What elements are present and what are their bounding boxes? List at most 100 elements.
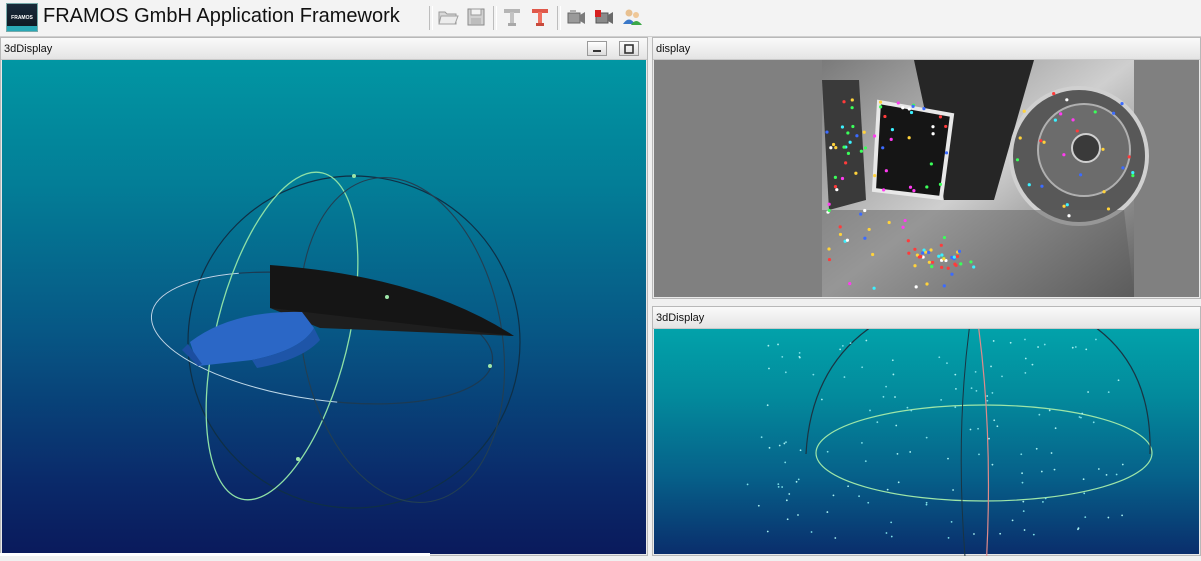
feature-point bbox=[1067, 214, 1071, 218]
feature-point bbox=[848, 140, 852, 144]
axis-red bbox=[975, 308, 990, 561]
point-cloud-point bbox=[1081, 412, 1084, 415]
point-cloud-point bbox=[783, 442, 786, 445]
feature-point bbox=[835, 188, 839, 192]
toolbar-separator bbox=[429, 6, 433, 30]
point-cloud-point bbox=[839, 348, 842, 351]
point-cloud-point bbox=[858, 495, 860, 498]
3d-viewport-right[interactable] bbox=[654, 288, 1199, 561]
feature-point bbox=[942, 284, 946, 288]
point-cloud-point bbox=[784, 371, 787, 374]
point-cloud-point bbox=[1082, 478, 1085, 481]
open-folder-icon bbox=[438, 11, 459, 25]
point-cloud-point bbox=[969, 428, 972, 431]
save-button[interactable] bbox=[464, 5, 488, 29]
point-cloud-point bbox=[746, 483, 749, 486]
feature-point bbox=[942, 257, 946, 261]
point-cloud-point bbox=[797, 478, 800, 481]
point-cloud-sphere-arc bbox=[805, 288, 1151, 455]
feature-point bbox=[859, 149, 863, 153]
feature-point bbox=[1022, 109, 1026, 113]
point-cloud-point bbox=[1092, 421, 1095, 424]
feature-point bbox=[1052, 91, 1056, 96]
feature-point bbox=[827, 257, 832, 262]
camera-button[interactable] bbox=[564, 5, 588, 29]
feature-point bbox=[1065, 98, 1069, 102]
point-cloud-point bbox=[991, 392, 994, 394]
point-cloud-point bbox=[946, 362, 948, 365]
point-cloud-point bbox=[798, 356, 801, 359]
point-cloud-point bbox=[768, 446, 771, 449]
feature-point bbox=[906, 239, 910, 243]
users-button[interactable] bbox=[620, 5, 644, 29]
point-cloud-point bbox=[988, 437, 990, 440]
point-cloud-point bbox=[1024, 372, 1027, 374]
feature-point bbox=[930, 265, 934, 269]
tool-red-icon bbox=[532, 9, 548, 26]
feature-point bbox=[867, 227, 871, 232]
open-folder-button[interactable] bbox=[436, 5, 460, 29]
feature-point bbox=[942, 235, 947, 240]
feature-point bbox=[939, 243, 943, 247]
image-viewport[interactable] bbox=[654, 60, 1199, 297]
feature-point bbox=[912, 189, 916, 193]
point-cloud-point bbox=[777, 343, 779, 346]
feature-point bbox=[1078, 173, 1083, 177]
feature-point bbox=[944, 124, 948, 129]
point-cloud-point bbox=[768, 367, 770, 370]
feature-point bbox=[873, 174, 877, 178]
minimize-button[interactable] bbox=[587, 41, 607, 56]
feature-point bbox=[872, 134, 877, 138]
feature-point bbox=[1131, 174, 1135, 178]
feature-point bbox=[914, 285, 918, 289]
point-cloud-point bbox=[767, 344, 770, 347]
point-cloud-point bbox=[788, 493, 791, 495]
point-cloud-point bbox=[1031, 363, 1034, 366]
feature-point bbox=[842, 100, 846, 104]
camera-record-button[interactable] bbox=[592, 5, 616, 29]
feature-point bbox=[827, 202, 831, 206]
point-cloud-point bbox=[954, 373, 957, 376]
point-cloud-point bbox=[864, 460, 867, 463]
point-cloud-point bbox=[1053, 468, 1056, 471]
point-cloud-point bbox=[841, 344, 844, 347]
tool-red-button[interactable] bbox=[528, 5, 552, 29]
feature-point bbox=[938, 115, 943, 119]
point-cloud-point bbox=[766, 404, 769, 407]
feature-point bbox=[921, 251, 925, 255]
point-cloud-point bbox=[832, 494, 835, 497]
point-cloud-point bbox=[886, 488, 889, 491]
point-cloud-point bbox=[894, 396, 896, 398]
point-cloud-point bbox=[1020, 453, 1023, 456]
point-cloud-point bbox=[925, 501, 928, 504]
point-cloud-point bbox=[895, 424, 898, 427]
feature-point bbox=[950, 272, 954, 276]
feature-point bbox=[1093, 110, 1097, 114]
feature-point bbox=[851, 124, 855, 129]
point-cloud-point bbox=[978, 453, 980, 456]
feature-point bbox=[919, 254, 923, 259]
feature-point bbox=[881, 146, 885, 150]
feature-point bbox=[887, 220, 891, 225]
main-toolbar: FRAMOS FRAMOS GmbH Application Framework bbox=[0, 0, 1201, 37]
point-cloud-point bbox=[970, 387, 973, 390]
feature-point bbox=[855, 134, 859, 138]
point-cloud-point bbox=[1038, 413, 1041, 416]
tool-gray-button[interactable] bbox=[500, 5, 524, 29]
point-cloud-point bbox=[861, 442, 863, 444]
point-cloud-point bbox=[1077, 528, 1079, 531]
point-cloud-point bbox=[910, 409, 913, 412]
panel-title: display bbox=[653, 38, 1200, 60]
point-cloud-point bbox=[990, 365, 992, 368]
point-cloud-point bbox=[1078, 416, 1081, 418]
feature-point bbox=[862, 130, 866, 134]
point-cloud-point bbox=[996, 425, 999, 428]
point-cloud-point bbox=[1095, 338, 1097, 341]
feature-point bbox=[925, 282, 929, 286]
3d-viewport-left[interactable] bbox=[2, 60, 646, 554]
feature-point bbox=[1040, 184, 1044, 188]
feature-point bbox=[890, 128, 895, 132]
point-cloud-point bbox=[1048, 409, 1051, 412]
maximize-button[interactable] bbox=[619, 41, 639, 56]
feature-point bbox=[931, 125, 935, 129]
